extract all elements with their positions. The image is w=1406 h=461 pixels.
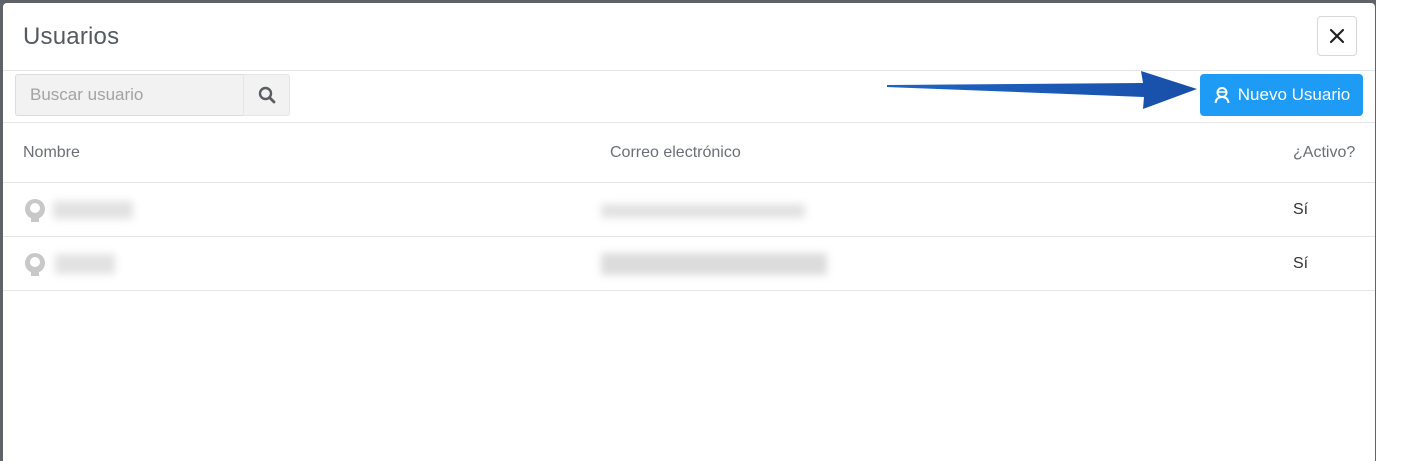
new-user-label: Nuevo Usuario	[1237, 85, 1351, 104]
table-row[interactable]: Sí	[3, 183, 1375, 237]
modal-title: Usuarios	[23, 23, 120, 50]
table-row[interactable]: Sí	[3, 237, 1375, 291]
toolbar: Nuevo Usuario	[3, 71, 1375, 123]
active-status: Sí	[1293, 255, 1309, 272]
user-avatar-icon	[25, 199, 45, 222]
user-email-redacted	[601, 204, 805, 218]
search-icon	[258, 86, 275, 104]
close-button[interactable]	[1317, 16, 1357, 56]
column-header-active[interactable]: ¿Activo?	[1293, 144, 1355, 162]
search-group	[15, 74, 290, 116]
close-icon	[1329, 28, 1345, 44]
user-icon	[1214, 87, 1230, 104]
new-user-button[interactable]: Nuevo Usuario	[1200, 74, 1363, 116]
screen: Usuarios Buscar usuario Nuevo Usuario No…	[0, 0, 1406, 461]
page-background	[1376, 0, 1406, 461]
users-table: Nombre Correo electrónico ¿Activo? Sí Sí	[3, 123, 1375, 291]
column-header-email[interactable]: Correo electrónico	[610, 144, 741, 162]
column-header-name[interactable]: Nombre	[23, 144, 80, 162]
user-avatar-icon	[25, 253, 45, 276]
user-name-redacted	[55, 254, 115, 274]
user-name-redacted	[53, 201, 133, 219]
annotation-arrow	[887, 71, 1197, 109]
search-input[interactable]	[15, 74, 243, 116]
table-header: Nombre Correo electrónico ¿Activo?	[3, 123, 1375, 183]
search-button[interactable]	[243, 74, 290, 116]
active-status: Sí	[1293, 201, 1309, 218]
users-modal: Usuarios Buscar usuario Nuevo Usuario No…	[3, 3, 1375, 461]
modal-header: Usuarios	[3, 3, 1375, 71]
user-email-redacted	[601, 253, 827, 275]
